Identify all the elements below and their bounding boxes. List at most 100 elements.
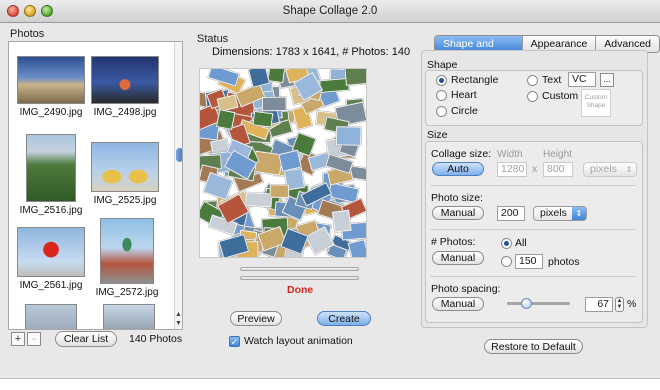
collage-tile (267, 69, 286, 84)
collage-image (200, 69, 366, 257)
photo-size-input[interactable]: 200 (497, 206, 525, 221)
watch-animation-label: Watch layout animation (244, 335, 353, 347)
percent-label: % (627, 298, 637, 310)
updown-arrows-icon: ⇕ (572, 207, 586, 220)
shape-text-radio[interactable] (527, 75, 538, 86)
photo-filename: IMG_2572.jpg (95, 287, 159, 298)
ellipsis-button[interactable]: ... (600, 73, 614, 87)
photo-thumbnail (91, 56, 159, 104)
divider (430, 276, 636, 277)
photo-count: 140 Photos (129, 333, 183, 345)
collage-width-input[interactable]: 1280 (497, 162, 527, 177)
num-photos-manual-button[interactable]: Manual (432, 251, 484, 265)
preview-button[interactable]: Preview (230, 311, 282, 326)
shape-rectangle-label: Rectangle (451, 74, 499, 86)
progress-bar (240, 267, 359, 271)
scroll-up-icon[interactable]: ▲ (175, 311, 182, 319)
photo-filename: IMG_2516.jpg (19, 205, 83, 216)
photo-thumbnail (100, 218, 154, 284)
photo-spacing-manual-button[interactable]: Manual (432, 297, 484, 311)
status-label: Status (197, 33, 229, 45)
collage-tile (335, 125, 362, 147)
shape-circle-radio[interactable] (436, 106, 447, 117)
watch-animation-checkbox[interactable]: ✓ (229, 336, 240, 347)
collage-tile (261, 96, 287, 112)
num-photos-input[interactable]: 150 (515, 254, 543, 269)
list-item[interactable]: IMG_2516.jpg (15, 134, 87, 216)
status-done-text: Done (287, 284, 314, 296)
photo-list-scrollbar[interactable]: ▲ ▼ (174, 42, 182, 329)
photo-thumbnail (17, 56, 85, 104)
shape-heart-radio[interactable] (436, 90, 447, 101)
list-item[interactable]: IMG_2498.jpg (89, 56, 161, 118)
spacing-value-input[interactable]: 67 (585, 297, 613, 312)
collage-unit-value: pixels (590, 163, 617, 175)
photo-list[interactable]: IMG_2490.jpg IMG_2498.jpg IMG_2516.jpg I… (8, 41, 183, 330)
title-bar: Shape Collage 2.0 (0, 0, 660, 23)
collage-tile (215, 108, 236, 131)
photo-thumbnail (26, 134, 76, 202)
collage-tile (331, 209, 352, 234)
updown-arrows-icon: ⇕ (625, 165, 633, 174)
collage-tile (343, 69, 366, 87)
spacing-slider-track[interactable] (507, 302, 570, 305)
spacing-slider-knob[interactable] (521, 298, 532, 309)
list-item[interactable]: IMG_2490.jpg (15, 56, 87, 118)
list-item[interactable] (99, 304, 159, 329)
shape-custom-label: Custom (542, 90, 579, 102)
list-item[interactable] (21, 304, 81, 329)
collage-tile (318, 77, 351, 94)
photo-unit-select[interactable]: pixels ⇕ (533, 206, 587, 221)
app-window: Shape Collage 2.0 Photos IMG_2490.jpg IM… (0, 0, 660, 379)
photo-size-manual-button[interactable]: Manual (432, 206, 484, 220)
height-label: Height (543, 149, 572, 160)
collage-height-input[interactable]: 800 (543, 162, 573, 177)
restore-default-button[interactable]: Restore to Default (484, 339, 583, 354)
list-item[interactable]: IMG_2525.jpg (89, 142, 161, 206)
collage-preview (199, 68, 367, 258)
create-button[interactable]: Create (317, 311, 371, 326)
photo-filename: IMG_2490.jpg (19, 107, 83, 118)
photos-unit-label: photos (548, 256, 580, 268)
size-group-title: Size (427, 129, 448, 141)
photo-spacing-label: Photo spacing: (431, 283, 501, 295)
shape-circle-label: Circle (451, 105, 478, 117)
divider (430, 185, 636, 186)
add-photo-button[interactable]: + (11, 332, 25, 346)
window-title: Shape Collage 2.0 (282, 5, 378, 17)
collage-unit-select[interactable]: pixels ⇕ (583, 162, 637, 177)
photo-size-label: Photo size: (431, 192, 483, 204)
shape-custom-radio[interactable] (527, 91, 538, 102)
clear-list-button[interactable]: Clear List (55, 331, 117, 347)
photos-label: Photos (10, 28, 45, 40)
scroll-down-icon[interactable]: ▼ (175, 320, 182, 328)
remove-photo-button[interactable]: - (27, 332, 41, 346)
scrollbar-thumb[interactable] (176, 148, 182, 162)
collage-tile (252, 110, 274, 128)
list-item[interactable]: IMG_2561.jpg (15, 227, 87, 291)
custom-shape-thumbnail[interactable]: Custom Shape (581, 89, 611, 117)
num-photos-all-label: All (515, 237, 527, 249)
num-photos-all-radio[interactable] (501, 238, 512, 249)
collage-size-auto-button[interactable]: Auto (432, 162, 484, 176)
shape-text-label: Text (542, 74, 562, 86)
dimensions-text: Dimensions: 1783 x 1641, # Photos: 140 (212, 46, 411, 58)
photo-thumbnail (17, 227, 85, 277)
photo-thumbnail (25, 304, 77, 329)
photo-filename: IMG_2498.jpg (93, 107, 157, 118)
progress-bar-secondary (240, 276, 359, 280)
spacing-stepper[interactable]: ▲ ▼ (615, 297, 624, 312)
photo-filename: IMG_2561.jpg (19, 280, 83, 291)
photo-unit-value: pixels (540, 207, 567, 219)
photo-filename: IMG_2525.jpg (93, 195, 157, 206)
num-photos-custom-radio[interactable] (501, 256, 512, 267)
photo-thumbnail (103, 304, 155, 329)
num-photos-label: # Photos: (431, 236, 476, 248)
collage-size-label: Collage size: (431, 148, 492, 160)
times-label: x (532, 163, 538, 175)
divider (430, 229, 636, 230)
collage-tile (244, 191, 273, 208)
shape-text-input[interactable]: VC (568, 72, 596, 87)
list-item[interactable]: IMG_2572.jpg (93, 218, 161, 298)
shape-rectangle-radio[interactable] (436, 75, 447, 86)
